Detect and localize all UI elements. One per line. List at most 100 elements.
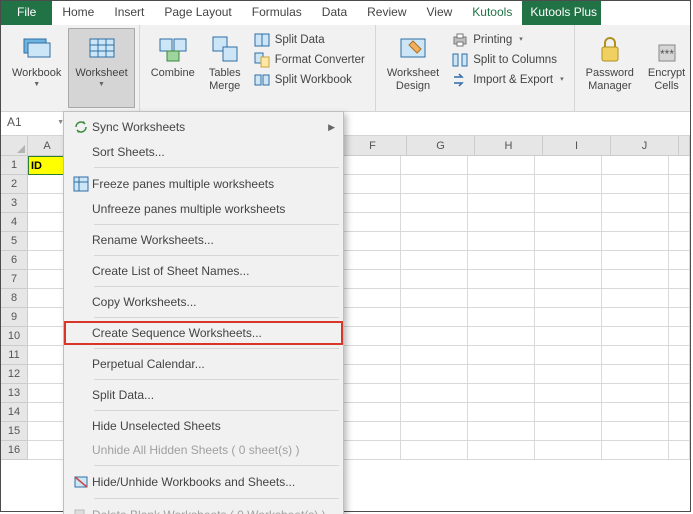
cell-J2[interactable] xyxy=(602,175,669,194)
cell-J8[interactable] xyxy=(602,289,669,308)
row-header-4[interactable]: 4 xyxy=(1,213,28,232)
split-data-button[interactable]: Split Data xyxy=(254,32,365,48)
tables-merge-button[interactable]: Tables Merge xyxy=(202,28,248,108)
cell-J12[interactable] xyxy=(602,365,669,384)
cell-H9[interactable] xyxy=(468,308,535,327)
tab-kutools-plus[interactable]: Kutools Plus xyxy=(522,1,601,25)
printing-button[interactable]: Printing ▾ xyxy=(452,32,563,48)
cell-A11[interactable] xyxy=(28,346,66,365)
cell-H8[interactable] xyxy=(468,289,535,308)
cell-H1[interactable] xyxy=(468,156,535,175)
cell-A5[interactable] xyxy=(28,232,66,251)
tab-review[interactable]: Review xyxy=(357,1,416,25)
cell-J1[interactable] xyxy=(602,156,669,175)
cell-G1[interactable] xyxy=(401,156,468,175)
menu-item[interactable]: Create Sequence Worksheets... xyxy=(64,321,343,345)
cell-H16[interactable] xyxy=(468,441,535,460)
cell-A7[interactable] xyxy=(28,270,66,289)
cell-H5[interactable] xyxy=(468,232,535,251)
cell-G4[interactable] xyxy=(401,213,468,232)
cell-H3[interactable] xyxy=(468,194,535,213)
cell-I9[interactable] xyxy=(535,308,602,327)
cell-H4[interactable] xyxy=(468,213,535,232)
cell-F7[interactable] xyxy=(334,270,401,289)
cell-A16[interactable] xyxy=(28,441,66,460)
menu-item[interactable]: Rename Worksheets... xyxy=(64,228,343,252)
menu-item[interactable]: Split Data... xyxy=(64,383,343,407)
split-to-columns-button[interactable]: Split to Columns xyxy=(452,52,563,68)
combine-button[interactable]: Combine xyxy=(144,28,202,108)
cell-H14[interactable] xyxy=(468,403,535,422)
cell-F1[interactable] xyxy=(334,156,401,175)
cell-I12[interactable] xyxy=(535,365,602,384)
tab-home[interactable]: Home xyxy=(52,1,104,25)
tab-insert[interactable]: Insert xyxy=(104,1,154,25)
cell-G16[interactable] xyxy=(401,441,468,460)
cell-A14[interactable] xyxy=(28,403,66,422)
cell-J4[interactable] xyxy=(602,213,669,232)
cell-H7[interactable] xyxy=(468,270,535,289)
cell-G9[interactable] xyxy=(401,308,468,327)
cell-I6[interactable] xyxy=(535,251,602,270)
menu-item[interactable]: Copy Worksheets... xyxy=(64,290,343,314)
cell-J6[interactable] xyxy=(602,251,669,270)
cell-F16[interactable] xyxy=(334,441,401,460)
cell-I16[interactable] xyxy=(535,441,602,460)
cell-H2[interactable] xyxy=(468,175,535,194)
cell-G7[interactable] xyxy=(401,270,468,289)
col-header-F[interactable]: F xyxy=(339,136,407,156)
cell-I3[interactable] xyxy=(535,194,602,213)
name-box[interactable]: A1 ▼ xyxy=(1,112,69,135)
col-header-I[interactable]: I xyxy=(543,136,611,156)
cell-F15[interactable] xyxy=(334,422,401,441)
menu-item[interactable]: Create List of Sheet Names... xyxy=(64,259,343,283)
cell-F11[interactable] xyxy=(334,346,401,365)
select-all-corner[interactable] xyxy=(1,136,28,156)
cell-A6[interactable] xyxy=(28,251,66,270)
cell-F8[interactable] xyxy=(334,289,401,308)
cell-I14[interactable] xyxy=(535,403,602,422)
cell-I1[interactable] xyxy=(535,156,602,175)
cell-J10[interactable] xyxy=(602,327,669,346)
import-export-button[interactable]: Import & Export ▾ xyxy=(452,72,563,88)
cell-H6[interactable] xyxy=(468,251,535,270)
cell-G12[interactable] xyxy=(401,365,468,384)
row-header-8[interactable]: 8 xyxy=(1,289,28,308)
cell-A3[interactable] xyxy=(28,194,66,213)
cell-J5[interactable] xyxy=(602,232,669,251)
cell-A9[interactable] xyxy=(28,308,66,327)
worksheet-button[interactable]: Worksheet ▼ xyxy=(68,28,134,108)
cell-H13[interactable] xyxy=(468,384,535,403)
cell-J14[interactable] xyxy=(602,403,669,422)
tab-data[interactable]: Data xyxy=(312,1,357,25)
cell-A2[interactable] xyxy=(28,175,66,194)
cell-F12[interactable] xyxy=(334,365,401,384)
workbook-button[interactable]: Workbook ▼ xyxy=(5,28,68,108)
cell-H15[interactable] xyxy=(468,422,535,441)
cell-I4[interactable] xyxy=(535,213,602,232)
tab-kutools[interactable]: Kutools xyxy=(462,1,522,25)
cell-A8[interactable] xyxy=(28,289,66,308)
cell-G11[interactable] xyxy=(401,346,468,365)
format-converter-button[interactable]: Format Converter xyxy=(254,52,365,68)
worksheet-design-button[interactable]: Worksheet Design xyxy=(380,28,446,108)
row-header-11[interactable]: 11 xyxy=(1,346,28,365)
cell-G5[interactable] xyxy=(401,232,468,251)
cell-I2[interactable] xyxy=(535,175,602,194)
split-workbook-button[interactable]: Split Workbook xyxy=(254,72,365,88)
cell-F2[interactable] xyxy=(334,175,401,194)
cell-G13[interactable] xyxy=(401,384,468,403)
cell-A15[interactable] xyxy=(28,422,66,441)
cell-F6[interactable] xyxy=(334,251,401,270)
cell-H12[interactable] xyxy=(468,365,535,384)
tab-page-layout[interactable]: Page Layout xyxy=(154,1,241,25)
row-header-9[interactable]: 9 xyxy=(1,308,28,327)
cell-F9[interactable] xyxy=(334,308,401,327)
col-header-A[interactable]: A xyxy=(28,136,67,156)
row-header-5[interactable]: 5 xyxy=(1,232,28,251)
cell-J7[interactable] xyxy=(602,270,669,289)
row-header-12[interactable]: 12 xyxy=(1,365,28,384)
menu-item[interactable]: Hide/Unhide Workbooks and Sheets... xyxy=(64,469,343,495)
cell-J11[interactable] xyxy=(602,346,669,365)
cell-H11[interactable] xyxy=(468,346,535,365)
